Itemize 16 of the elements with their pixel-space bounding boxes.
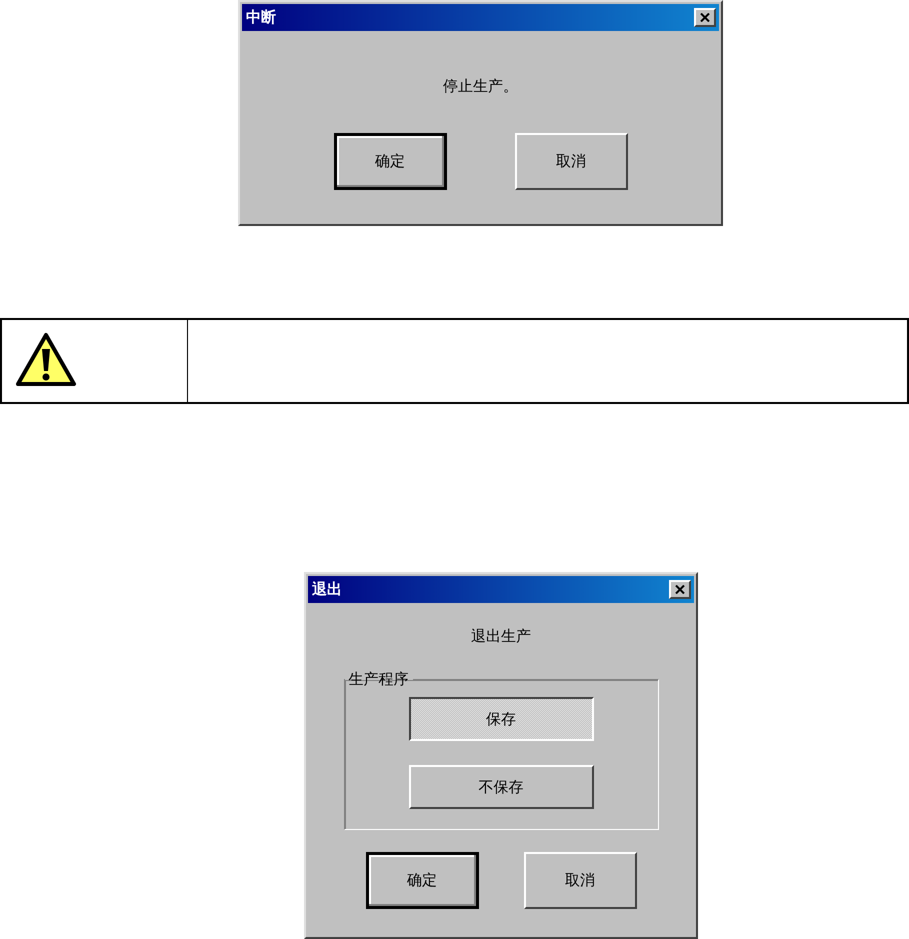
dialog-button[interactable]: 确定 <box>334 133 446 190</box>
close-button[interactable] <box>669 580 691 599</box>
dialog-button[interactable]: 取消 <box>524 852 636 909</box>
option-button[interactable]: 不保存 <box>408 765 594 809</box>
warning-icon <box>15 332 77 388</box>
close-icon <box>700 13 710 22</box>
option-button[interactable]: 保存 <box>408 697 594 741</box>
group-label: 生产程序 <box>348 670 410 689</box>
close-icon <box>675 585 685 594</box>
window-title: 退出 <box>312 580 342 599</box>
window-title: 中断 <box>246 8 276 27</box>
dialog-button[interactable]: 取消 <box>514 133 628 190</box>
message-text: 停止生产。 <box>443 77 518 96</box>
message-text: 退出生产 <box>471 627 531 646</box>
close-button[interactable] <box>694 8 716 27</box>
dialog-button[interactable]: 确定 <box>366 852 478 909</box>
